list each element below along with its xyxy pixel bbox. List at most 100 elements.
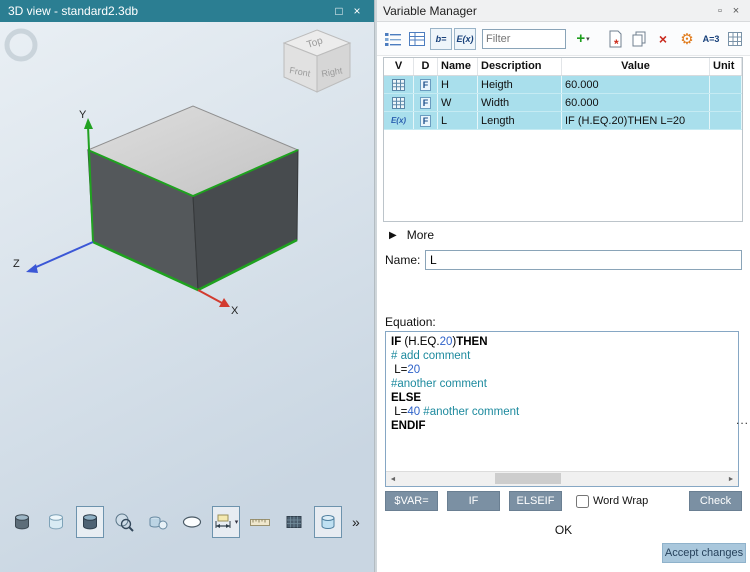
- variable-table-body: FHHeigth60.000FWWidth60.000E(x)FLLengthI…: [384, 76, 742, 130]
- column-header-v[interactable]: V: [384, 58, 414, 75]
- column-header-d[interactable]: D: [414, 58, 438, 75]
- list-view-icon[interactable]: [382, 28, 404, 50]
- table-row[interactable]: FWWidth60.000: [384, 94, 742, 112]
- ok-button[interactable]: OK: [377, 523, 750, 537]
- more-expander[interactable]: ▶ More: [389, 228, 434, 242]
- transparent-view-button[interactable]: [42, 506, 70, 538]
- cell-driven: F: [414, 76, 438, 93]
- scroll-right-icon[interactable]: ►: [724, 472, 738, 486]
- filter-input[interactable]: [482, 29, 566, 49]
- variables-table-header: V D Name Description Value Unit: [384, 58, 742, 76]
- ruler-tool-button[interactable]: [246, 506, 274, 538]
- evaluate-icon[interactable]: A=3: [700, 28, 722, 50]
- value-grid-icon: [392, 97, 405, 109]
- expression-icon: E(x): [391, 113, 406, 129]
- cell-unit: [710, 76, 742, 93]
- insert-var-button[interactable]: $VAR=: [385, 491, 438, 511]
- y-axis-label: Y: [79, 109, 87, 121]
- viewport-background: [0, 22, 374, 572]
- cell-unit: [710, 94, 742, 111]
- dimension-dropdown-icon[interactable]: ▾: [235, 518, 239, 526]
- shading-options-button[interactable]: [144, 506, 172, 538]
- table-row[interactable]: FHHeigth60.000: [384, 76, 742, 94]
- plus-icon: +: [576, 30, 585, 47]
- zoom-tool-button[interactable]: [110, 506, 138, 538]
- maximize-icon[interactable]: □: [330, 0, 348, 22]
- cell-value: IF (H.EQ.20)THEN L=20: [562, 112, 710, 129]
- cell-v-icon: [384, 76, 414, 93]
- cell-name: L: [438, 112, 478, 129]
- equation-line: ELSE: [391, 391, 733, 405]
- grid-options-icon[interactable]: [724, 28, 746, 50]
- formula-flag: F: [420, 115, 432, 127]
- equation-label: Equation:: [385, 315, 436, 329]
- view-toolbar: ▾ »: [8, 506, 360, 538]
- 3d-viewport[interactable]: Top Front Right Y Z: [0, 22, 374, 572]
- cell-description: Heigth: [478, 76, 562, 93]
- cell-value: 60.000: [562, 76, 710, 93]
- equation-line: ENDIF: [391, 419, 733, 433]
- equation-line: L=40 #another comment: [391, 405, 733, 419]
- name-label: Name:: [385, 253, 425, 267]
- show-values-toggle[interactable]: b=: [430, 28, 452, 50]
- cell-description: Width: [478, 94, 562, 111]
- add-variable-button[interactable]: + ▾: [572, 28, 594, 50]
- edit-variable-icon[interactable]: *: [604, 28, 626, 50]
- panel-close-icon[interactable]: ×: [728, 5, 744, 17]
- word-wrap-label: Word Wrap: [593, 495, 648, 507]
- variable-manager-header: Variable Manager ▫ ×: [377, 0, 750, 22]
- clipping-view-button[interactable]: [314, 506, 342, 538]
- restore-icon[interactable]: ▫: [712, 5, 728, 17]
- equation-line: # add comment: [391, 349, 733, 363]
- 3d-view-title: 3D view - standard2.3db: [8, 4, 330, 18]
- value-grid-icon: [392, 79, 405, 91]
- section-hatch-button[interactable]: [280, 506, 308, 538]
- insert-if-button[interactable]: IF: [447, 491, 500, 511]
- column-header-description[interactable]: Description: [478, 58, 562, 75]
- equation-line: IF (H.EQ.20)THEN: [391, 335, 733, 349]
- insert-elseif-button[interactable]: ELSEIF: [509, 491, 562, 511]
- variable-manager-panel: Variable Manager ▫ × b= E(x) + ▾: [377, 0, 750, 572]
- table-row[interactable]: E(x)FLLengthIF (H.EQ.20)THEN L=20: [384, 112, 742, 130]
- expander-arrow-icon: ▶: [389, 230, 397, 241]
- column-header-name[interactable]: Name: [438, 58, 478, 75]
- equation-line: #another comment: [391, 377, 733, 391]
- scroll-left-icon[interactable]: ◄: [386, 472, 400, 486]
- column-header-value[interactable]: Value: [562, 58, 710, 75]
- scrollbar-thumb[interactable]: [495, 473, 561, 484]
- shaded-edges-view-button[interactable]: [76, 506, 104, 538]
- accept-changes-button[interactable]: Accept changes: [662, 543, 746, 563]
- equation-hscrollbar[interactable]: ◄ ►: [386, 471, 738, 486]
- dimension-tool-button[interactable]: ▾: [212, 506, 240, 538]
- name-input[interactable]: [425, 250, 742, 270]
- close-icon[interactable]: ×: [348, 0, 366, 22]
- equation-editor[interactable]: IF (H.EQ.20)THEN# add comment L=20#anoth…: [386, 332, 738, 471]
- toolbar-overflow-chevron[interactable]: »: [352, 514, 360, 530]
- formula-flag: F: [420, 97, 432, 109]
- word-wrap-control: Word Wrap: [576, 495, 648, 508]
- scrollbar-track[interactable]: [400, 472, 724, 486]
- table-view-icon[interactable]: [406, 28, 428, 50]
- name-row: Name:: [385, 250, 742, 270]
- check-button[interactable]: Check: [689, 491, 742, 511]
- copy-variable-icon[interactable]: [628, 28, 650, 50]
- delete-variable-icon[interactable]: ×: [652, 28, 674, 50]
- application-window: 3D view - standard2.3db □ × Top: [0, 0, 750, 572]
- cell-v-icon: E(x): [384, 112, 414, 129]
- shaded-view-button[interactable]: [8, 506, 36, 538]
- settings-gear-icon[interactable]: ⚙: [676, 28, 698, 50]
- variable-manager-title: Variable Manager: [383, 4, 712, 18]
- cell-unit: [710, 112, 742, 129]
- column-header-unit[interactable]: Unit: [710, 58, 742, 75]
- sketch-ellipse-button[interactable]: [178, 506, 206, 538]
- equation-actions: $VAR= IF ELSEIF Word Wrap Check: [385, 491, 742, 511]
- equation-editor-frame: IF (H.EQ.20)THEN# add comment L=20#anoth…: [385, 331, 739, 487]
- formula-flag: F: [420, 79, 432, 91]
- show-expressions-toggle[interactable]: E(x): [454, 28, 476, 50]
- 3d-view-titlebar: 3D view - standard2.3db □ ×: [0, 0, 374, 22]
- word-wrap-checkbox[interactable]: [576, 495, 589, 508]
- more-label: More: [407, 228, 434, 242]
- x-axis-label: X: [231, 305, 239, 317]
- cell-driven: F: [414, 112, 438, 129]
- equation-ellipsis-button[interactable]: ...: [736, 413, 749, 427]
